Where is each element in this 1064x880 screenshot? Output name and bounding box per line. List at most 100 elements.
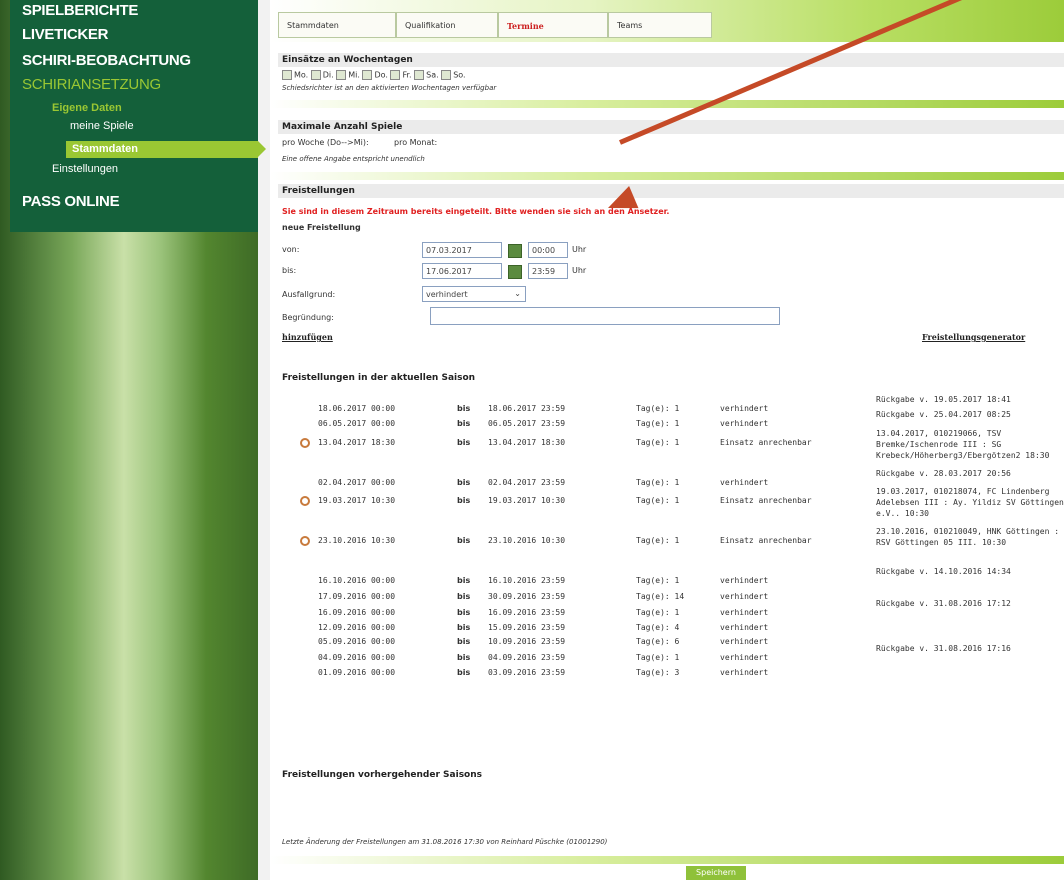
- from-cell: 18.06.2017 00:00: [318, 404, 396, 413]
- label-fr: Fr.: [402, 70, 412, 80]
- tage-cell: Tag(e): 1: [636, 653, 680, 662]
- info-cell: Rückgabe v. 19.05.2017 18:41: [876, 395, 1011, 404]
- bis-date-input[interactable]: 17.06.2017: [422, 263, 502, 279]
- tage-cell: Tag(e): 1: [636, 404, 680, 413]
- from-cell: 23.10.2016 10:30: [318, 536, 396, 545]
- checkbox-sa[interactable]: [414, 70, 425, 80]
- bis-cell: bis: [457, 419, 471, 428]
- checkbox-fr[interactable]: [390, 70, 401, 80]
- to-cell: 03.09.2016 23:59: [488, 668, 566, 677]
- nav-einstellungen[interactable]: Einstellungen: [52, 163, 118, 175]
- tab-teams[interactable]: Teams: [608, 12, 712, 38]
- bis-cell: bis: [457, 496, 471, 505]
- label-begruendung: Begründung:: [282, 313, 334, 322]
- from-cell: 02.04.2017 00:00: [318, 478, 396, 487]
- last-change-note: Letzte Änderung der Freistellungen am 31…: [282, 838, 608, 846]
- neue-freistellung-label: neue Freistellung: [282, 223, 361, 232]
- from-cell: 06.05.2017 00:00: [318, 419, 396, 428]
- tage-cell: Tag(e): 14: [636, 592, 685, 601]
- tab-stammdaten[interactable]: Stammdaten: [278, 12, 396, 38]
- to-cell: 06.05.2017 23:59: [488, 419, 566, 428]
- divider-band: [270, 172, 1064, 180]
- generator-link[interactable]: Freistellungsgenerator: [922, 332, 1025, 342]
- bis-cell: bis: [457, 536, 471, 545]
- bis-cell: bis: [457, 653, 471, 662]
- section-freistellungen-title: Freistellungen: [278, 184, 1064, 198]
- bis-cell: bis: [457, 668, 471, 677]
- tage-cell: Tag(e): 4: [636, 623, 680, 632]
- bis-time-input[interactable]: 23:59: [528, 263, 568, 279]
- label-pro-monat: pro Monat:: [394, 138, 438, 147]
- nav-stammdaten[interactable]: Stammdaten: [72, 143, 138, 155]
- tage-cell: Tag(e): 1: [636, 608, 680, 617]
- checkbox-so[interactable]: [441, 70, 452, 80]
- from-cell: 12.09.2016 00:00: [318, 623, 396, 632]
- tab-qualifikation[interactable]: Qualifikation: [396, 12, 498, 38]
- checkbox-mi[interactable]: [336, 70, 347, 80]
- ausfallgrund-value: verhindert: [426, 290, 468, 299]
- calendar-icon[interactable]: [508, 244, 522, 258]
- from-cell: 13.04.2017 18:30: [318, 438, 396, 447]
- grund-cell: verhindert: [720, 623, 769, 632]
- to-cell: 04.09.2016 23:59: [488, 653, 566, 662]
- nav-spielberichte[interactable]: SPIELBERICHTE: [22, 2, 138, 19]
- from-cell: 17.09.2016 00:00: [318, 592, 396, 601]
- from-cell: 16.10.2016 00:00: [318, 576, 396, 585]
- info-cell: 19.03.2017, 010218074, FC Lindenberg Ade…: [876, 487, 1064, 518]
- calendar-icon[interactable]: [508, 265, 522, 279]
- from-cell: 16.09.2016 00:00: [318, 608, 396, 617]
- checkbox-do[interactable]: [362, 70, 373, 80]
- tage-cell: Tag(e): 1: [636, 438, 680, 447]
- tage-cell: Tag(e): 1: [636, 478, 680, 487]
- add-link[interactable]: hinzufügen: [282, 332, 333, 342]
- wochentage-note: Schiedsrichter ist an den aktivierten Wo…: [282, 84, 497, 92]
- to-cell: 15.09.2016 23:59: [488, 623, 566, 632]
- clock-icon[interactable]: [300, 438, 310, 448]
- grund-cell: verhindert: [720, 653, 769, 662]
- divider-band: [270, 856, 1064, 864]
- begruendung-input[interactable]: [430, 307, 780, 325]
- nav-schiriansetzung[interactable]: SCHIRIANSETZUNG: [22, 76, 161, 93]
- checkbox-di[interactable]: [310, 70, 321, 80]
- grund-cell: verhindert: [720, 592, 769, 601]
- nav-pass-online[interactable]: PASS ONLINE: [22, 193, 120, 210]
- nav-liveticker[interactable]: LIVETICKER: [22, 26, 108, 43]
- to-cell: 18.06.2017 23:59: [488, 404, 566, 413]
- label-do: Do.: [374, 70, 388, 80]
- label-so: So.: [453, 70, 466, 80]
- info-cell: Rückgabe v. 28.03.2017 20:56: [876, 469, 1011, 478]
- sidebar: SPIELBERICHTE LIVETICKER SCHIRI-BEOBACHT…: [0, 0, 266, 880]
- von-date-input[interactable]: 07.03.2017: [422, 242, 502, 258]
- aktuelle-saison-title: Freistellungen in der aktuellen Saison: [282, 373, 476, 383]
- bis-cell: bis: [457, 608, 471, 617]
- tage-cell: Tag(e): 1: [636, 576, 680, 585]
- nav-schiri-beobachtung[interactable]: SCHIRI-BEOBACHTUNG: [22, 52, 191, 69]
- grund-cell: Einsatz anrechenbar: [720, 496, 812, 505]
- label-mo: Mo.: [294, 70, 309, 80]
- info-cell: Rückgabe v. 25.04.2017 08:25: [876, 410, 1011, 419]
- tage-cell: Tag(e): 3: [636, 668, 680, 677]
- tab-termine[interactable]: Termine: [498, 12, 608, 38]
- ausfallgrund-select[interactable]: verhindert ⌄: [422, 286, 526, 302]
- nav-meine-spiele[interactable]: meine Spiele: [70, 120, 134, 132]
- grund-cell: verhindert: [720, 576, 769, 585]
- from-cell: 04.09.2016 00:00: [318, 653, 396, 662]
- divider-band: [270, 100, 1064, 108]
- bis-cell: bis: [457, 623, 471, 632]
- to-cell: 23.10.2016 10:30: [488, 536, 566, 545]
- grund-cell: verhindert: [720, 478, 769, 487]
- von-time-input[interactable]: 00:00: [528, 242, 568, 258]
- to-cell: 02.04.2017 23:59: [488, 478, 566, 487]
- nav-eigene-daten[interactable]: Eigene Daten: [52, 102, 122, 114]
- weekday-checkboxes: Mo. Di. Mi. Do. Fr. Sa. So.: [282, 70, 466, 80]
- clock-icon[interactable]: [300, 496, 310, 506]
- chevron-down-icon: ⌄: [514, 289, 521, 298]
- label-uhr: Uhr: [572, 245, 587, 254]
- grund-cell: verhindert: [720, 404, 769, 413]
- section-wochentage-title: Einsätze an Wochentagen: [278, 53, 1064, 67]
- save-button[interactable]: Speichern: [686, 866, 746, 880]
- from-cell: 01.09.2016 00:00: [318, 668, 396, 677]
- clock-icon[interactable]: [300, 536, 310, 546]
- to-cell: 13.04.2017 18:30: [488, 438, 566, 447]
- checkbox-mo[interactable]: [282, 70, 292, 80]
